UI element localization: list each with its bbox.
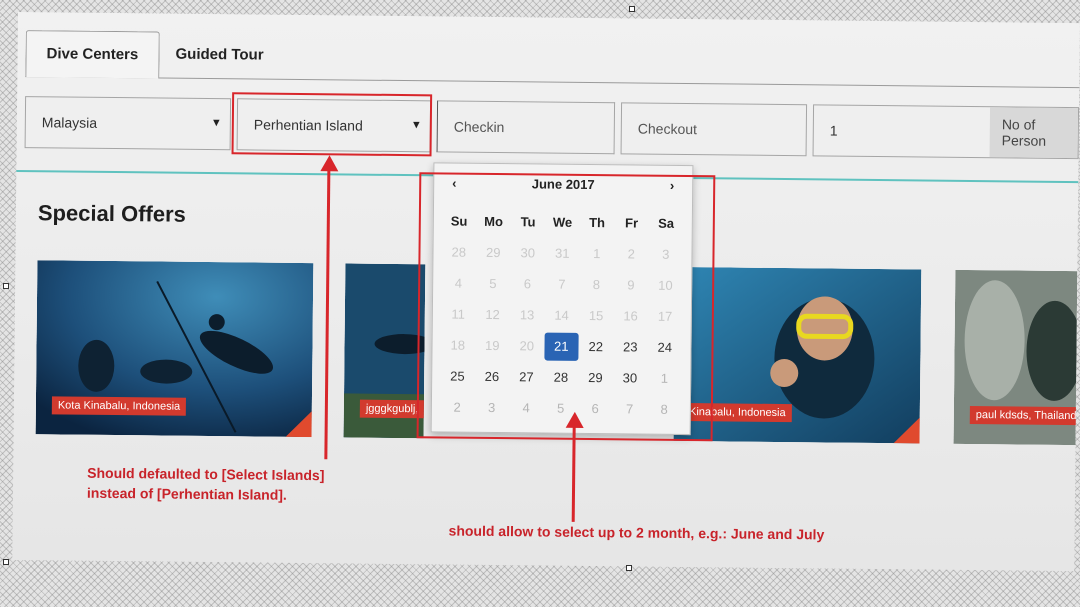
country-select[interactable]: Malaysia ▼ — [24, 96, 232, 151]
persons-label: No of Person — [989, 107, 1079, 159]
offer-location-label: jgggkgublj, — [359, 399, 425, 419]
checkin-input[interactable]: Checkin — [436, 100, 616, 155]
selection-handle — [629, 6, 635, 12]
tab-dive-centers[interactable]: Dive Centers — [25, 30, 160, 79]
offer-location-label: paul kdsds, Thailand — [969, 405, 1078, 426]
selection-handle — [626, 565, 632, 571]
offer-card[interactable]: jgggkgublj, — [343, 263, 426, 439]
offer-card[interactable]: Kota Kinabalu, Indonesia — [35, 260, 314, 438]
card-corner-accent — [893, 417, 920, 444]
annotation-note-island: Should defaulted to [Select Islands] ins… — [87, 463, 325, 505]
annotation-note-line: instead of [Perhentian Island]. — [86, 484, 287, 503]
annotation-box-calendar — [416, 172, 716, 442]
card-corner-accent — [285, 410, 312, 438]
tab-bar: Dive Centers Guided Tour — [25, 30, 1080, 89]
annotation-arrow-shaft — [324, 169, 331, 460]
checkin-placeholder: Checkin — [453, 118, 505, 136]
country-select-value: Malaysia — [41, 114, 98, 131]
annotation-note-calendar: should allow to select up to 2 month, e.… — [448, 522, 825, 543]
tab-guided-tour[interactable]: Guided Tour — [155, 31, 284, 78]
caret-down-icon: ▼ — [210, 117, 222, 130]
offer-card[interactable]: paul kdsds, Thailand — [953, 269, 1078, 446]
special-offers-title: Special Offers — [37, 200, 186, 227]
checkout-input[interactable]: Checkout — [620, 102, 808, 157]
persons-value: 1 — [829, 122, 838, 139]
annotation-note-line: Should defaulted to [Select Islands] — [87, 464, 325, 484]
offer-location-label: Kota Kinabalu, Indonesia — [51, 396, 187, 416]
browser-viewport: Dive Centers Guided Tour Malaysia ▼ Perh… — [12, 12, 1080, 572]
annotation-arrow-shaft — [571, 425, 576, 522]
annotation-box-island — [231, 92, 433, 157]
checkout-placeholder: Checkout — [637, 120, 698, 138]
selection-handle — [3, 283, 9, 289]
selection-handle — [3, 559, 9, 565]
persons-input[interactable]: 1 No of Person — [812, 104, 1080, 160]
